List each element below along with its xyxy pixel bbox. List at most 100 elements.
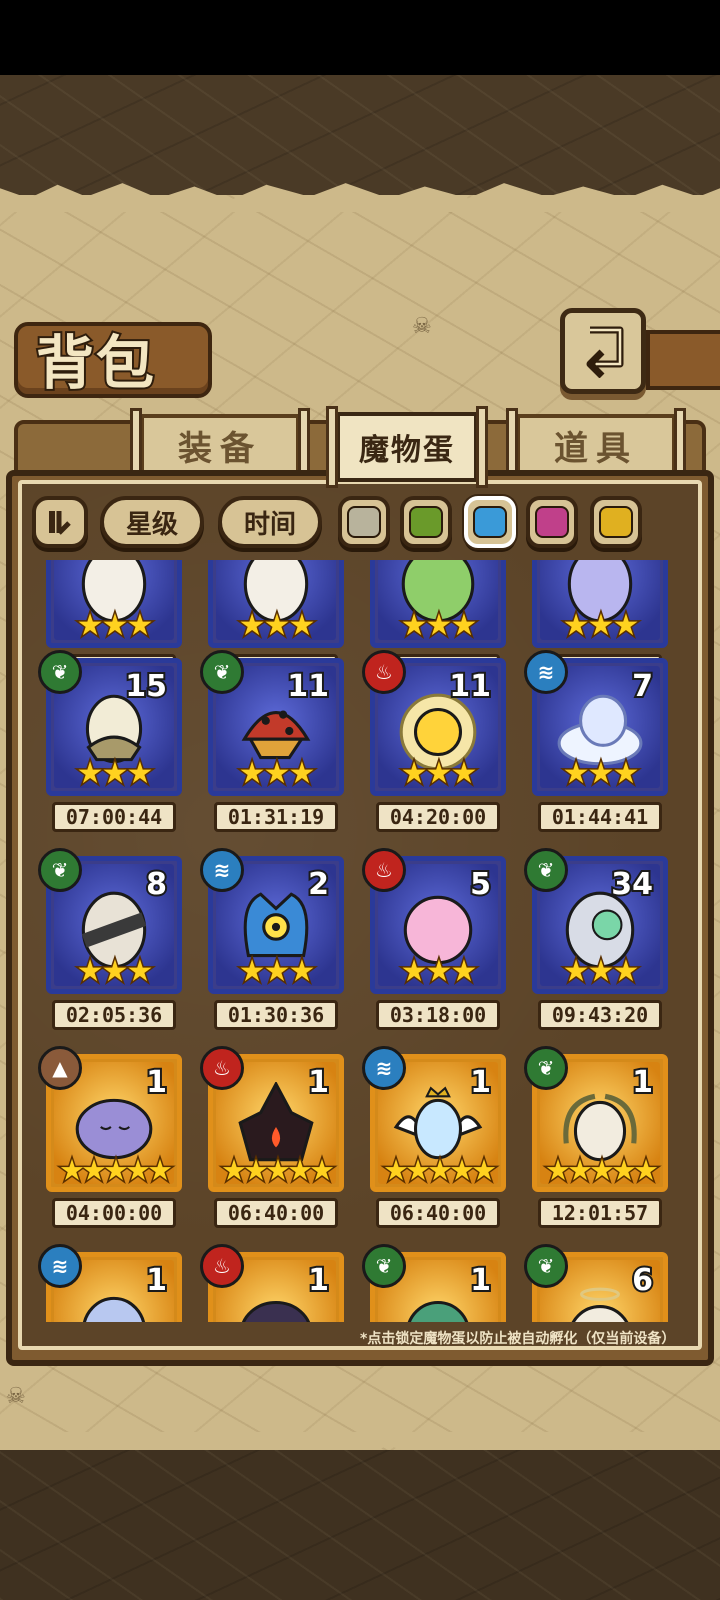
hatch-timer: 06:40:00 bbox=[376, 1198, 500, 1228]
hatch-timer: 06:40:00 bbox=[214, 1198, 338, 1228]
hatch-timer: 09:43:20 bbox=[538, 1000, 662, 1030]
egg-star-rating: ★★★★★ bbox=[58, 1153, 175, 1187]
skull-map-icon: ☠ bbox=[6, 1384, 26, 1409]
egg-count: 1 bbox=[144, 1063, 169, 1102]
grass-element-icon: ❦ bbox=[524, 848, 568, 892]
tab-post bbox=[326, 406, 338, 488]
back-rail bbox=[646, 330, 720, 390]
fire-element-icon: ♨ bbox=[200, 1244, 244, 1288]
egg-star-rating: ★★★★★ bbox=[382, 1153, 499, 1187]
back-button[interactable] bbox=[560, 308, 646, 394]
egg-count: 11 bbox=[447, 667, 493, 706]
egg-frame: ★★★ bbox=[46, 560, 182, 648]
sort-by-time-button[interactable]: 时间 bbox=[218, 496, 322, 548]
grass-element-icon: ❦ bbox=[362, 1244, 406, 1288]
egg-star-rating: ★★★ bbox=[561, 608, 641, 643]
egg-count: 1 bbox=[630, 1063, 655, 1102]
fire-element-icon: ♨ bbox=[200, 1046, 244, 1090]
earth-element-icon: ▲ bbox=[38, 1046, 82, 1090]
grass-element-icon: ❦ bbox=[524, 1244, 568, 1288]
egg-star-rating: ★★★ bbox=[399, 608, 479, 643]
tab-monster-eggs[interactable]: 魔物蛋 bbox=[326, 406, 488, 488]
water-element-icon: ≋ bbox=[362, 1046, 406, 1090]
tab-post bbox=[476, 406, 488, 488]
color-filter-blue[interactable] bbox=[464, 496, 516, 548]
egg-card[interactable]: 1 ★★★★★ ❦ 12:01:57 bbox=[524, 1046, 668, 1228]
egg-frame: ★★★ bbox=[370, 560, 506, 648]
egg-card[interactable]: 7 ★★★ ≋ 01:44:41 bbox=[524, 650, 668, 832]
egg-card[interactable]: 1★★★★★≋ bbox=[38, 1244, 182, 1322]
egg-star-rating: ★★★ bbox=[561, 954, 641, 989]
color-filter-pink[interactable] bbox=[526, 496, 578, 548]
egg-card[interactable]: 11 ★★★ ♨ 04:20:00 bbox=[362, 650, 506, 832]
egg-card[interactable]: 34 ★★★ ❦ 09:43:20 bbox=[524, 848, 668, 1030]
color-filter-yellow[interactable] bbox=[590, 496, 642, 548]
egg-grid: ★★★01:04:01★★★01:42:53★★★07:01:40★★★02:4… bbox=[30, 560, 690, 1322]
egg-count: 15 bbox=[123, 667, 169, 706]
egg-star-rating: ★★★ bbox=[75, 954, 155, 989]
egg-card[interactable]: 1★★★★★❦ bbox=[362, 1244, 506, 1322]
hatch-timer: 02:05:36 bbox=[52, 1000, 176, 1030]
egg-star-rating: ★★★ bbox=[237, 608, 317, 643]
tab-items[interactable]: 道具 bbox=[506, 408, 686, 490]
sort-toggle-icon bbox=[49, 511, 71, 535]
grass-element-icon: ❦ bbox=[38, 848, 82, 892]
egg-card[interactable]: 11 ★★★ ❦ 01:31:19 bbox=[200, 650, 344, 832]
hatch-timer: 04:20:00 bbox=[376, 802, 500, 832]
page-title: 背包 bbox=[34, 327, 157, 399]
egg-card[interactable]: 6★★★★★❦ bbox=[524, 1244, 668, 1322]
egg-star-rating: ★★★ bbox=[237, 954, 317, 989]
hatch-timer: 12:01:57 bbox=[538, 1198, 662, 1228]
grass-element-icon: ❦ bbox=[524, 1046, 568, 1090]
egg-star-rating: ★★★★★ bbox=[544, 1153, 661, 1187]
egg-count: 8 bbox=[144, 865, 169, 904]
egg-star-rating: ★★★ bbox=[75, 756, 155, 791]
egg-card[interactable]: 5 ★★★ ♨ 03:18:00 bbox=[362, 848, 506, 1030]
egg-count: 34 bbox=[609, 865, 655, 904]
egg-star-rating: ★★★ bbox=[237, 756, 317, 791]
color-filter-green[interactable] bbox=[400, 496, 452, 548]
hatch-timer: 07:00:44 bbox=[52, 802, 176, 832]
fire-element-icon: ♨ bbox=[362, 650, 406, 694]
sort-by-stars-button[interactable]: 星级 bbox=[100, 496, 204, 548]
map-background-top bbox=[0, 75, 720, 195]
egg-frame: ★★★ bbox=[532, 560, 668, 648]
water-element-icon: ≋ bbox=[200, 848, 244, 892]
tab-label: 装备 bbox=[178, 428, 262, 469]
color-chip bbox=[535, 506, 569, 538]
game-screen: ☠ ☠ 背包 装备 魔物蛋 道具 星级 时间 ★★★01:04:01 bbox=[0, 0, 720, 1600]
egg-count: 5 bbox=[468, 865, 493, 904]
egg-card[interactable]: 1 ★★★★★ ♨ 06:40:00 bbox=[200, 1046, 344, 1228]
egg-star-rating: ★★★ bbox=[75, 608, 155, 643]
hatch-timer: 04:00:00 bbox=[52, 1198, 176, 1228]
color-chip bbox=[347, 506, 381, 538]
water-element-icon: ≋ bbox=[524, 650, 568, 694]
egg-count: 2 bbox=[306, 865, 331, 904]
tab-label: 道具 bbox=[554, 428, 638, 469]
egg-count: 6 bbox=[630, 1261, 655, 1300]
auto-hatch-note: *点击锁定魔物蛋以防止被自动孵化（仅当前设备） bbox=[360, 1331, 676, 1347]
egg-card[interactable]: 2 ★★★ ≋ 01:30:36 bbox=[200, 848, 344, 1030]
egg-star-rating: ★★★ bbox=[399, 756, 479, 791]
egg-card[interactable]: 8 ★★★ ❦ 02:05:36 bbox=[38, 848, 182, 1030]
hatch-timer: 03:18:00 bbox=[376, 1000, 500, 1030]
egg-card[interactable]: 1★★★★★♨ bbox=[200, 1244, 344, 1322]
egg-star-rating: ★★★★★ bbox=[220, 1153, 337, 1187]
hatch-timer: 01:31:19 bbox=[214, 802, 338, 832]
map-background-bottom bbox=[0, 1450, 720, 1600]
color-filter-gray[interactable] bbox=[338, 496, 390, 548]
egg-card[interactable]: 1 ★★★★★ ▲ 04:00:00 bbox=[38, 1046, 182, 1228]
egg-count: 1 bbox=[468, 1063, 493, 1102]
hatch-timer: 01:44:41 bbox=[538, 802, 662, 832]
egg-frame: ★★★ bbox=[208, 560, 344, 648]
hatch-timer: 01:30:36 bbox=[214, 1000, 338, 1030]
sort-toggle-button[interactable] bbox=[32, 496, 88, 548]
egg-card[interactable]: 15 ★★★ ❦ 07:00:44 bbox=[38, 650, 182, 832]
color-chip bbox=[473, 506, 507, 538]
color-chip bbox=[409, 506, 443, 538]
water-element-icon: ≋ bbox=[38, 1244, 82, 1288]
tab-label: 魔物蛋 bbox=[359, 433, 455, 468]
tab-equipment[interactable]: 装备 bbox=[130, 408, 310, 490]
egg-count: 11 bbox=[285, 667, 331, 706]
egg-card[interactable]: 1 ★★★★★ ≋ 06:40:00 bbox=[362, 1046, 506, 1228]
